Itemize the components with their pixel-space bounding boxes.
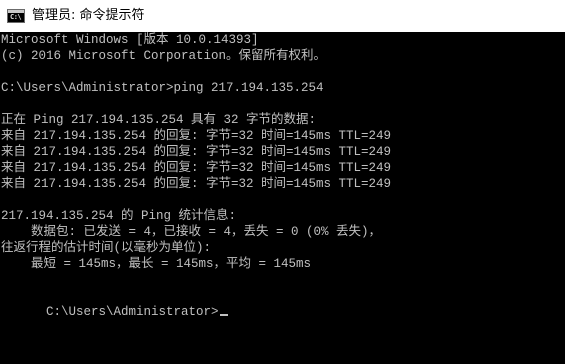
text-cursor	[219, 314, 228, 316]
console-line-reply: 来自 217.194.135.254 的回复: 字节=32 时间=145ms T…	[1, 177, 392, 191]
console-line-ping-command: C:\Users\Administrator>ping 217.194.135.…	[1, 81, 324, 95]
console-line-statistics-header: 217.194.135.254 的 Ping 统计信息:	[1, 209, 237, 223]
console-line-copyright: (c) 2016 Microsoft Corporation。保留所有权利。	[1, 49, 327, 63]
command-prompt: C:\Users\Administrator>	[46, 305, 219, 319]
title-bar[interactable]: C:\ 管理员: 命令提示符	[0, 0, 565, 32]
console-line-reply: 来自 217.194.135.254 的回复: 字节=32 时间=145ms T…	[1, 129, 392, 143]
console-line-version: Microsoft Windows [版本 10.0.14393]	[1, 33, 259, 47]
console-line-reply: 来自 217.194.135.254 的回复: 字节=32 时间=145ms T…	[1, 161, 392, 175]
console-line-round-trip-summary: 最短 = 145ms，最长 = 145ms，平均 = 145ms	[1, 257, 312, 271]
console-line-round-trip-header: 往返行程的估计时间(以毫秒为单位):	[1, 241, 212, 255]
command-prompt-window: C:\ 管理员: 命令提示符 Microsoft Windows [版本 10.…	[0, 0, 565, 364]
console-output[interactable]: Microsoft Windows [版本 10.0.14393] (c) 20…	[0, 32, 565, 364]
window-title: 管理员: 命令提示符	[32, 8, 145, 23]
console-line-ping-start: 正在 Ping 217.194.135.254 具有 32 字节的数据:	[1, 113, 317, 127]
cmd-icon-label: C:\	[10, 13, 22, 21]
console-current-line[interactable]: C:\Users\Administrator>	[1, 288, 228, 319]
console-line-reply: 来自 217.194.135.254 的回复: 字节=32 时间=145ms T…	[1, 145, 392, 159]
cmd-icon: C:\	[7, 9, 25, 23]
console-line-packets-summary: 数据包: 已发送 = 4，已接收 = 4，丢失 = 0 (0% 丢失)，	[1, 225, 382, 239]
